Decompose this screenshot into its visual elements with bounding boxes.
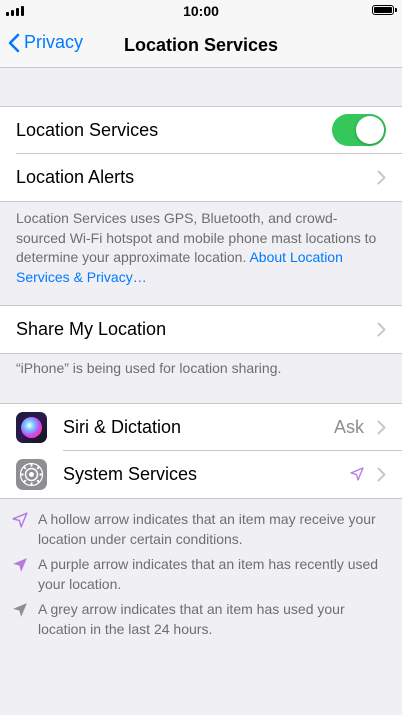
chevron-right-icon bbox=[377, 420, 386, 435]
app-name: System Services bbox=[63, 464, 198, 484]
chevron-right-icon bbox=[377, 170, 386, 185]
share-location-group: Share My Location bbox=[0, 305, 402, 354]
purple-arrow-icon bbox=[13, 558, 27, 572]
app-name: Siri & Dictation bbox=[63, 417, 182, 437]
location-services-description: Location Services uses GPS, Bluetooth, a… bbox=[16, 209, 382, 287]
hollow-location-arrow-icon bbox=[350, 467, 364, 481]
battery-icon bbox=[372, 5, 397, 15]
legend-text: A purple arrow indicates that an item ha… bbox=[38, 556, 379, 592]
legend-item: A grey arrow indicates that an item has … bbox=[12, 600, 392, 639]
chevron-right-icon bbox=[377, 467, 386, 482]
location-services-row: Location Services bbox=[0, 107, 402, 154]
legend-text: A hollow arrow indicates that an item ma… bbox=[38, 511, 376, 547]
location-alerts-row[interactable]: Location Alerts bbox=[0, 154, 402, 201]
navigation-bar: Privacy Location Services bbox=[0, 22, 402, 68]
gear-icon bbox=[16, 459, 47, 490]
location-settings-group: Location Services Location Alerts bbox=[0, 106, 402, 202]
sharing-device-note: “iPhone” is being used for location shar… bbox=[16, 360, 282, 376]
apps-group: Siri & Dictation Ask System Services bbox=[0, 403, 402, 499]
app-permission-value: Ask bbox=[333, 417, 364, 437]
legend-item: A hollow arrow indicates that an item ma… bbox=[12, 510, 392, 549]
status-bar: 10:00 bbox=[0, 0, 402, 22]
legend-text: A grey arrow indicates that an item has … bbox=[38, 601, 345, 637]
grey-arrow-icon bbox=[13, 603, 27, 617]
hollow-arrow-icon bbox=[12, 512, 28, 528]
chevron-right-icon bbox=[377, 322, 386, 337]
siri-icon bbox=[16, 412, 47, 443]
legend-item: A purple arrow indicates that an item ha… bbox=[12, 555, 392, 594]
page-title: Location Services bbox=[123, 35, 279, 55]
location-services-label: Location Services bbox=[16, 120, 159, 140]
location-alerts-label: Location Alerts bbox=[16, 167, 135, 187]
share-my-location-label: Share My Location bbox=[16, 319, 167, 339]
location-arrow-legend: A hollow arrow indicates that an item ma… bbox=[12, 510, 392, 645]
app-row-system-services[interactable]: System Services bbox=[0, 451, 402, 498]
toggle-knob bbox=[356, 116, 384, 144]
location-services-toggle[interactable] bbox=[332, 114, 386, 146]
app-row-siri[interactable]: Siri & Dictation Ask bbox=[0, 404, 402, 451]
share-my-location-row[interactable]: Share My Location bbox=[0, 306, 402, 353]
status-time: 10:00 bbox=[183, 3, 219, 19]
